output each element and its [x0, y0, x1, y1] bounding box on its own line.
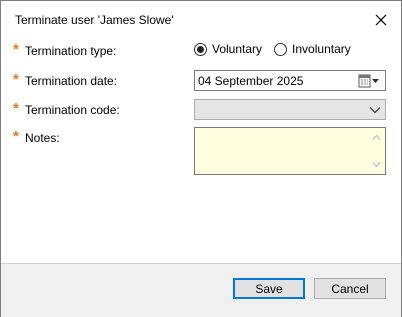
termination-date-value[interactable]: 04 September 2025 — [198, 74, 303, 88]
calendar-icon[interactable] — [358, 74, 380, 88]
required-indicator: * — [13, 128, 19, 145]
radio-button-unchecked[interactable] — [274, 42, 288, 56]
termination-code-label: Termination code: — [25, 103, 120, 117]
close-icon — [375, 14, 387, 26]
cancel-button[interactable]: Cancel — [314, 278, 386, 299]
termination-type-label: Termination type: — [25, 44, 117, 58]
close-button[interactable] — [370, 9, 392, 31]
required-indicator: * — [13, 71, 19, 88]
scroll-down-arrow-icon[interactable] — [372, 161, 381, 168]
radio-involuntary[interactable]: Involuntary — [274, 42, 351, 56]
termination-code-select[interactable] — [194, 99, 386, 120]
notes-scrollbar[interactable] — [368, 128, 385, 174]
save-button[interactable]: Save — [233, 278, 305, 299]
radio-voluntary[interactable]: Voluntary — [194, 42, 262, 56]
termination-date-picker[interactable]: 04 September 2025 — [194, 70, 386, 91]
radio-involuntary-label: Involuntary — [292, 42, 351, 56]
terminate-user-dialog: Terminate user 'James Slowe' * Terminati… — [0, 0, 402, 317]
chevron-down-icon[interactable] — [369, 105, 381, 115]
notes-label: Notes: — [25, 131, 60, 145]
termination-date-label: Termination date: — [25, 74, 118, 88]
radio-voluntary-label: Voluntary — [212, 42, 263, 56]
dialog-title: Terminate user 'James Slowe' — [15, 13, 174, 27]
radio-button-checked[interactable] — [194, 42, 207, 56]
notes-textarea[interactable] — [194, 127, 386, 175]
scroll-up-arrow-icon[interactable] — [372, 134, 381, 141]
required-indicator: * — [13, 41, 19, 58]
title-bar: Terminate user 'James Slowe' — [1, 1, 401, 35]
required-indicator: * — [13, 100, 19, 117]
termination-type-radio-group: Voluntary Involuntary — [194, 42, 363, 56]
dialog-footer: Save Cancel — [1, 264, 401, 317]
